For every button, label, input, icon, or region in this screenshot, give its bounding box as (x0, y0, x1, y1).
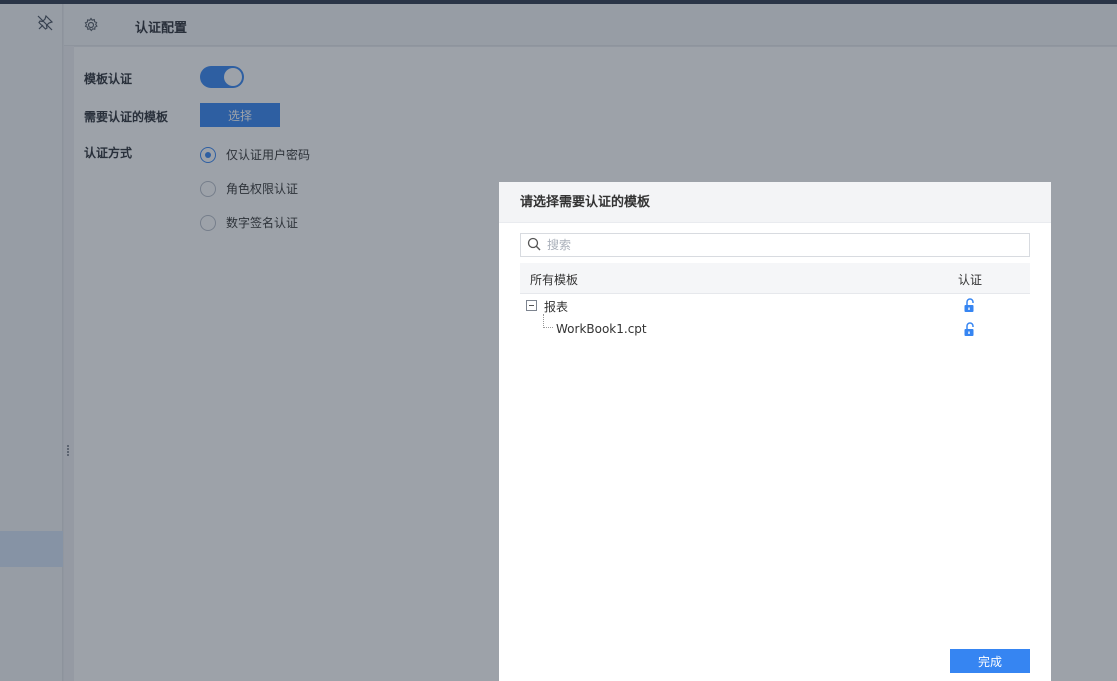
search-icon (527, 237, 541, 254)
tree-folder-label: 报表 (544, 300, 569, 314)
tree-connector (543, 314, 553, 328)
tree-file-label: WorkBook1.cpt (556, 322, 647, 336)
search-input[interactable] (547, 238, 1017, 252)
search-box[interactable] (520, 233, 1030, 257)
collapse-icon[interactable] (526, 300, 537, 311)
column-auth: 认证 (958, 273, 983, 287)
unlock-icon[interactable] (963, 297, 977, 313)
unlock-icon[interactable] (963, 321, 977, 337)
dialog-title: 请选择需要认证的模板 (499, 182, 1051, 223)
tree-row-file[interactable]: WorkBook1.cpt (520, 314, 1030, 342)
table-header: 所有模板 认证 (520, 263, 1030, 294)
done-button[interactable]: 完成 (950, 649, 1030, 673)
template-select-dialog: 请选择需要认证的模板 所有模板 认证 报表 WorkBook1.cpt (499, 182, 1051, 681)
tree-row-folder[interactable]: 报表 (520, 294, 1030, 318)
column-all-templates: 所有模板 (530, 273, 579, 287)
